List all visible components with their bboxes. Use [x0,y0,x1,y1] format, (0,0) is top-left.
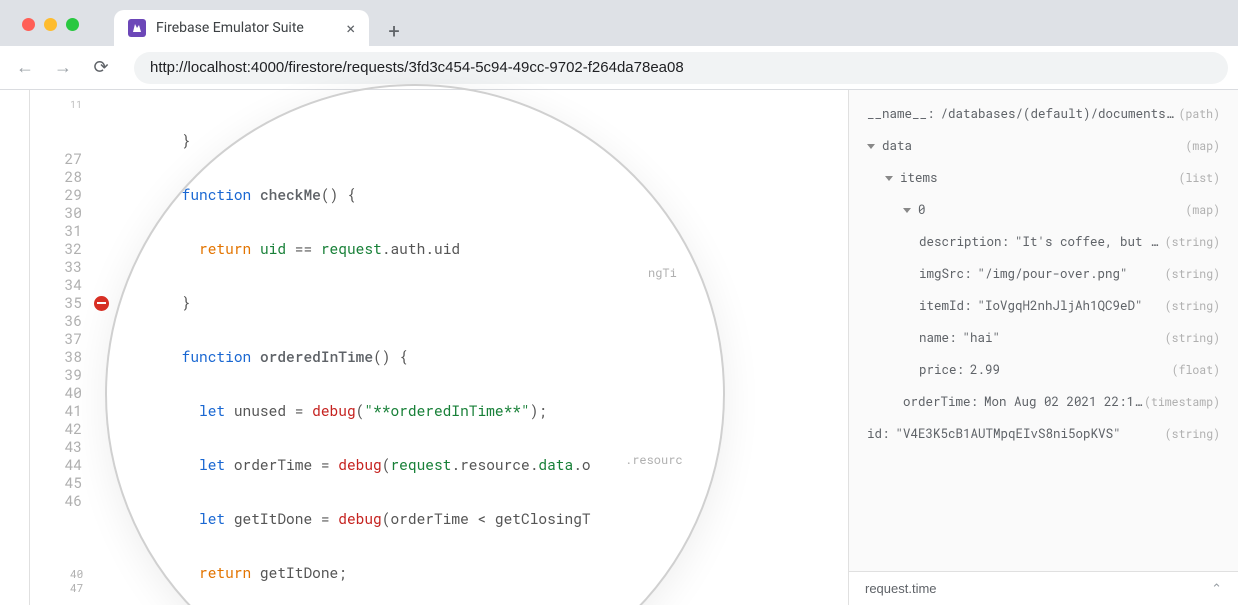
browser-toolbar: ← → ⟳ http://localhost:4000/firestore/re… [0,46,1238,90]
tab-title: Firebase Emulator Suite [156,20,336,36]
field-row: itemId: "IoVgqH2nhJljAh1QC9eD" (string) [867,298,1220,314]
line-number-gutter: 11 27 28 29 30 31 32 33 34 35 36 37 38 3… [30,90,90,605]
code-line: let orderTime = debug(request.resource.d… [112,456,848,474]
code-line: return getItDone; [112,564,848,582]
firebase-favicon-icon [128,19,146,37]
panel-section-toggle[interactable]: request.time ⌃ [849,571,1238,605]
code-line: function checkMe() { [112,186,848,204]
field-row[interactable]: items (list) [867,170,1220,186]
overflow-text: ngTi [648,265,677,281]
error-icon[interactable] [94,296,109,311]
traffic-lights [22,18,79,31]
caret-down-icon [903,208,911,213]
nav-back-button[interactable]: ← [10,53,40,83]
field-row: name: "hai" (string) [867,330,1220,346]
rules-editor: 11 27 28 29 30 31 32 33 34 35 36 37 38 3… [30,90,848,605]
browser-tab[interactable]: Firebase Emulator Suite × [114,10,369,46]
field-row: imgSrc: "/img/pour-over.png" (string) [867,266,1220,282]
field-row: description: "It's coffee, but fanc… (st… [867,234,1220,250]
nav-forward-button[interactable]: → [48,53,78,83]
window-minimize-button[interactable] [44,18,57,31]
browser-window: Firebase Emulator Suite × + ← → ⟳ http:/… [0,0,1238,605]
field-row: __name__: /databases/(default)/documents… [867,106,1220,122]
request-details-panel: __name__: /databases/(default)/documents… [848,90,1238,605]
caret-down-icon [885,176,893,181]
app-content: 11 27 28 29 30 31 32 33 34 35 36 37 38 3… [0,90,1238,605]
reload-button[interactable]: ⟳ [86,53,116,83]
window-zoom-button[interactable] [66,18,79,31]
chevron-up-icon: ⌃ [1211,581,1222,597]
code-line: } [112,294,848,312]
panel-footer-label: request.time [865,581,937,596]
field-row: orderTime: Mon Aug 02 2021 22:14:46 GM… … [867,394,1220,410]
code-line: function orderedInTime() { [112,348,848,366]
window-close-button[interactable] [22,18,35,31]
overflow-text: .resourc [625,452,683,468]
tab-close-icon[interactable]: × [346,19,355,38]
field-row[interactable]: data (map) [867,138,1220,154]
code-area[interactable]: } function checkMe() { return uid == req… [112,90,848,605]
error-gutter [90,90,112,605]
request-data-tree[interactable]: __name__: /databases/(default)/documents… [849,90,1238,571]
gutter-bottom-numbers: 40 47 [70,567,83,595]
url-text: http://localhost:4000/firestore/requests… [150,59,684,76]
new-tab-button[interactable]: + [379,16,409,46]
field-row[interactable]: 0 (map) [867,202,1220,218]
tab-strip: Firebase Emulator Suite × + [0,0,1238,46]
code-line: let getItDone = debug(orderTime < getClo… [112,510,848,528]
address-bar[interactable]: http://localhost:4000/firestore/requests… [134,52,1228,84]
field-row: id: "V4E3K5cB1AUTMpqEIvS8ni5opKVS" (stri… [867,426,1220,442]
code-line: return uid == request.auth.uid [112,240,848,258]
code-line: let unused = debug("**orderedInTime**"); [112,402,848,420]
code-line: } [112,132,848,150]
outer-gutter [0,90,30,605]
field-row: price: 2.99 (float) [867,362,1220,378]
caret-down-icon [867,144,875,149]
